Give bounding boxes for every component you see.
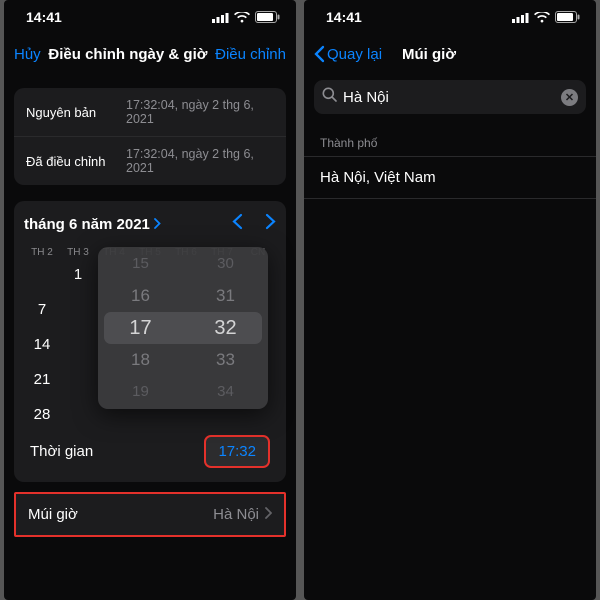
nav-bar: Hủy Điều chỉnh ngày & giờ Điều chỉnh [4,34,296,74]
timezone-label: Múi giờ [28,506,78,523]
status-bar: 14:41 [304,0,596,34]
wifi-icon [234,12,250,23]
nav-title: Múi giờ [322,46,536,63]
close-icon: ✕ [565,91,574,104]
timezone-value: Hà Nội [213,506,259,523]
search-icon [322,87,337,107]
search-input[interactable]: Hà Nội [343,89,555,106]
time-value-button[interactable]: 17:32 [204,435,270,468]
adjusted-label: Đã điều chỉnh [26,154,126,169]
month-label: tháng 6 năm 2021 [24,216,150,233]
wifi-icon [534,12,550,23]
battery-icon [555,11,580,23]
section-header: Thành phố [304,114,596,156]
chevron-right-icon [265,506,272,523]
adjusted-value: 17:32:04, ngày 2 thg 6, 2021 [126,147,274,175]
search-field[interactable]: Hà Nội ✕ [314,80,586,114]
nav-bar: Quay lại Múi giờ [304,34,596,74]
chevron-right-icon [154,216,161,233]
prev-month-button[interactable] [232,213,243,235]
status-bar: 14:41 [4,0,296,34]
day-cell[interactable]: 1 [60,266,96,283]
day-cell[interactable]: 28 [24,406,60,423]
phone-left: 14:41 Hủy Điều chỉnh ngày & giờ Điều chỉ… [4,0,296,600]
status-time: 14:41 [326,9,362,25]
phone-right: 14:41 Quay lại Múi giờ Hà Nội ✕ Thành ph… [304,0,596,600]
status-indicators [212,11,280,23]
nav-title: Điều chỉnh ngày & giờ [41,46,215,63]
day-cell[interactable]: 14 [24,336,60,353]
time-picker[interactable]: 15 16 17 18 19 30 31 32 33 34 [98,247,268,409]
status-time: 14:41 [26,9,62,25]
original-row: Nguyên bản 17:32:04, ngày 2 thg 6, 2021 [14,88,286,136]
cellular-icon [212,12,229,23]
clear-button[interactable]: ✕ [561,89,578,106]
cellular-icon [512,12,529,23]
picker-selection-bar [104,312,262,344]
day-cell[interactable]: 7 [24,301,60,318]
day-cell[interactable] [24,266,60,283]
info-card: Nguyên bản 17:32:04, ngày 2 thg 6, 2021 … [14,88,286,185]
timezone-row[interactable]: Múi giờ Hà Nội [14,492,286,537]
battery-icon [255,11,280,23]
adjusted-row: Đã điều chỉnh 17:32:04, ngày 2 thg 6, 20… [14,136,286,185]
original-label: Nguyên bản [26,105,126,120]
time-label: Thời gian [30,443,93,460]
original-value: 17:32:04, ngày 2 thg 6, 2021 [126,98,274,126]
status-indicators [512,11,580,23]
next-month-button[interactable] [265,213,276,235]
day-cell[interactable]: 21 [24,371,60,388]
adjust-button[interactable]: Điều chỉnh [215,46,286,63]
calendar-card: tháng 6 năm 2021 TH 2 TH 3 TH 4 TH 5 TH … [14,201,286,482]
time-row: Thời gian 17:32 [24,423,276,478]
search-result[interactable]: Hà Nội, Việt Nam [304,156,596,199]
cancel-button[interactable]: Hủy [14,46,41,63]
month-picker[interactable]: tháng 6 năm 2021 [24,216,161,233]
